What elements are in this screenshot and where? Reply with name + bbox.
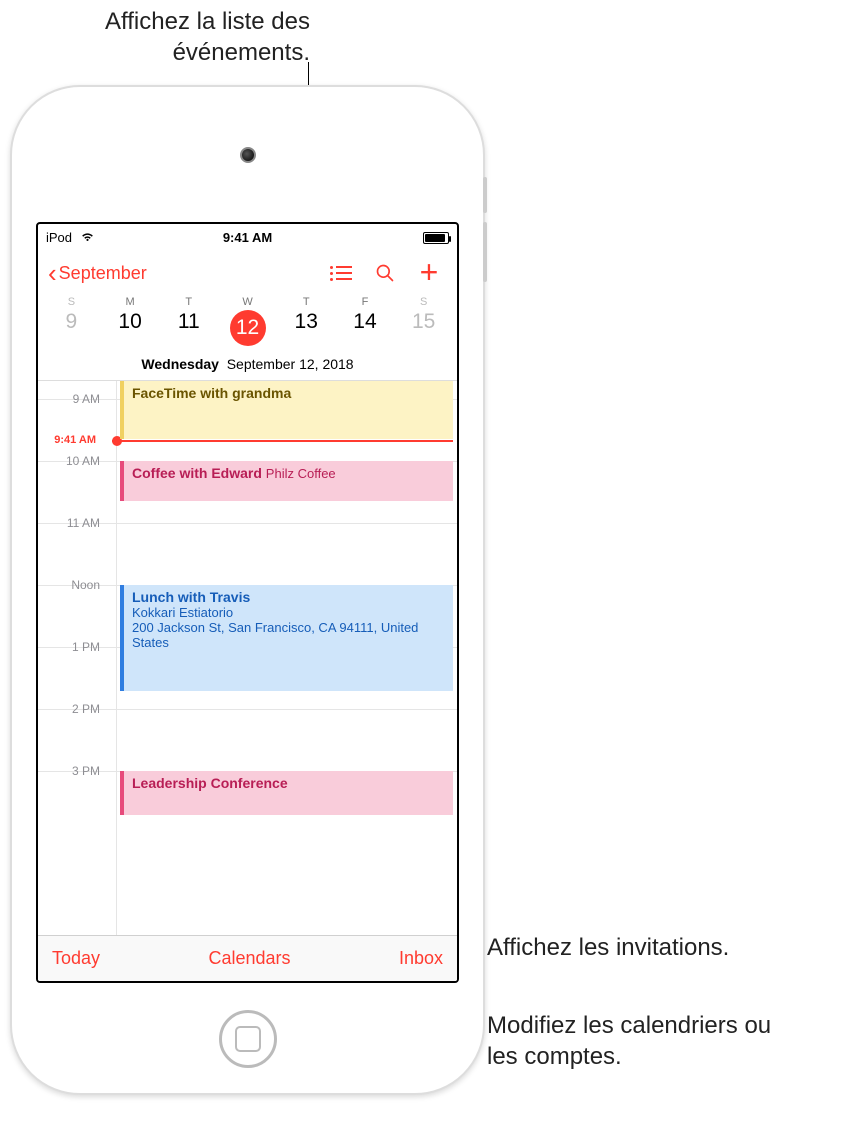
weekday-header: S M T W T F S — [38, 296, 457, 308]
callout-list: Affichez la liste des événements. — [100, 6, 310, 68]
calendars-button[interactable]: Calendars — [208, 948, 290, 969]
status-time: 9:41 AM — [38, 230, 457, 245]
weekday-label: F — [336, 296, 395, 308]
battery-icon — [423, 232, 449, 244]
chevron-left-icon: ‹ — [48, 260, 57, 286]
screen: iPod 9:41 AM ‹ September — [36, 222, 459, 983]
hour-label: 11 AM — [38, 516, 108, 530]
back-button[interactable]: ‹ September — [48, 260, 147, 286]
hour-label: 1 PM — [38, 640, 108, 654]
week-date-row: 9 10 11 12 13 14 15 — [38, 308, 457, 352]
status-bar: iPod 9:41 AM — [38, 224, 457, 250]
callout-calendars: Modifiez les calendriers ou les comptes. — [487, 1010, 797, 1072]
date-cell[interactable]: 15 — [394, 310, 453, 346]
bottom-toolbar: Today Calendars Inbox — [38, 935, 457, 981]
search-icon — [375, 263, 395, 283]
weekday-label: T — [159, 296, 218, 308]
hour-label: 10 AM — [38, 454, 108, 468]
weekday-label: S — [42, 296, 101, 308]
hour-label: 3 PM — [38, 764, 108, 778]
callout-inbox: Affichez les invitations. — [487, 932, 729, 963]
list-icon — [330, 266, 352, 281]
calendar-event[interactable]: FaceTime with grandma — [120, 381, 453, 439]
inbox-button[interactable]: Inbox — [399, 948, 443, 969]
plus-icon: + — [420, 263, 439, 282]
weekday-label: S — [394, 296, 453, 308]
calendar-event[interactable]: Lunch with TravisKokkari Estiatorio200 J… — [120, 585, 453, 691]
date-cell[interactable]: 9 — [42, 310, 101, 346]
date-cell[interactable]: 14 — [336, 310, 395, 346]
home-button[interactable] — [219, 1010, 277, 1068]
search-button[interactable] — [363, 263, 407, 283]
date-cell[interactable]: 13 — [277, 310, 336, 346]
weekday-label: W — [218, 296, 277, 308]
weekday-label: M — [101, 296, 160, 308]
hour-label: Noon — [38, 578, 108, 592]
calendar-event[interactable]: Leadership Conference — [120, 771, 453, 815]
hour-label: 2 PM — [38, 702, 108, 716]
date-cell[interactable]: 11 — [159, 310, 218, 346]
add-event-button[interactable]: + — [407, 263, 451, 282]
front-camera — [240, 147, 256, 163]
date-cell[interactable]: 10 — [101, 310, 160, 346]
ipod-device: iPod 9:41 AM ‹ September — [10, 85, 485, 1095]
date-cell-selected[interactable]: 12 — [218, 310, 277, 346]
day-timeline[interactable]: 9 AM 10 AM 11 AM Noon 1 PM 2 PM 3 PM 9:4… — [38, 381, 457, 935]
current-date-label: Wednesday September 12, 2018 — [38, 352, 457, 381]
weekday-label: T — [277, 296, 336, 308]
back-label: September — [59, 263, 147, 284]
hour-label: 9 AM — [38, 392, 108, 406]
today-button[interactable]: Today — [52, 948, 100, 969]
nav-bar: ‹ September + — [38, 250, 457, 296]
list-view-button[interactable] — [319, 266, 363, 281]
calendar-event[interactable]: Coffee with Edward Philz Coffee — [120, 461, 453, 501]
